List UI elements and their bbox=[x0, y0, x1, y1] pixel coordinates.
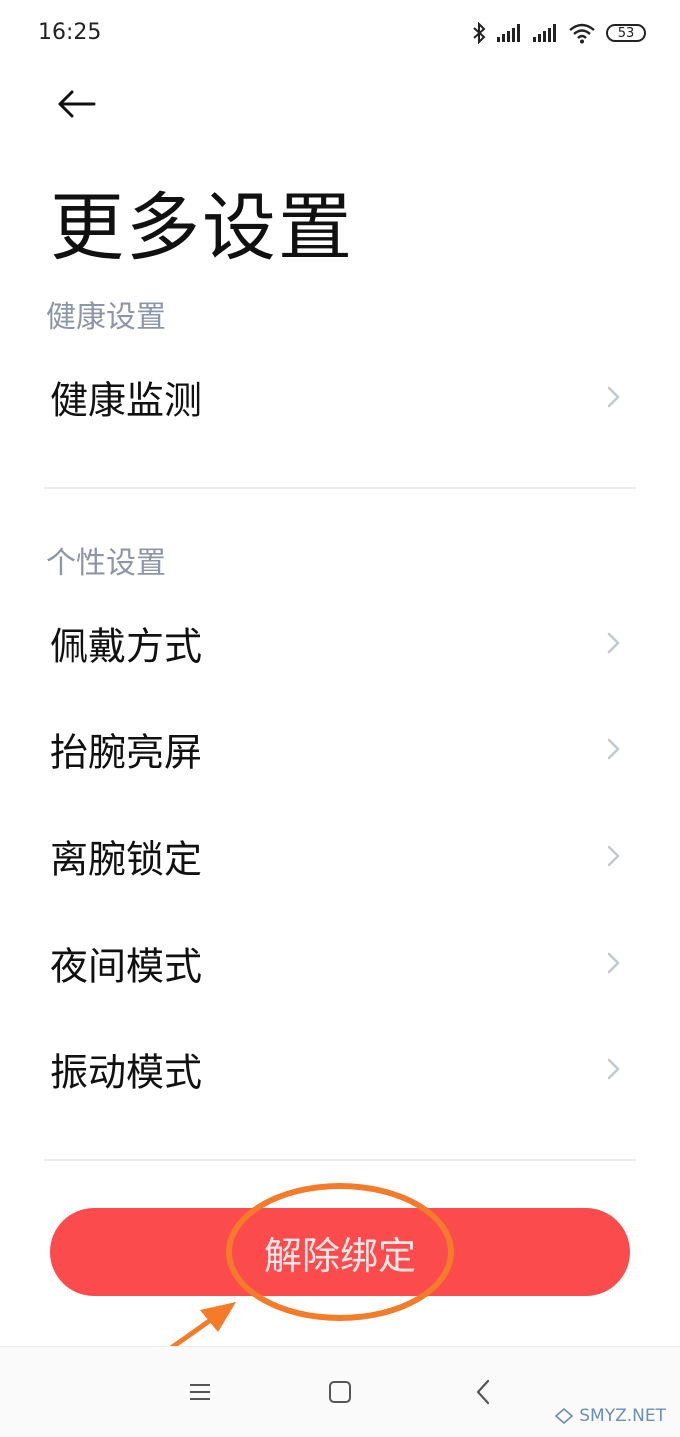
settings-item-label: 抬腕亮屏 bbox=[50, 730, 203, 775]
chevron-right-icon bbox=[607, 386, 620, 408]
signal-icon bbox=[497, 24, 520, 42]
nav-menu-button[interactable] bbox=[185, 1377, 215, 1407]
chevron-right-icon bbox=[607, 632, 620, 654]
chevron-right-icon bbox=[607, 1058, 620, 1080]
nav-home-button[interactable] bbox=[325, 1377, 355, 1407]
battery-icon: 53 bbox=[606, 24, 646, 42]
battery-level: 53 bbox=[617, 25, 635, 41]
watermark-text: SMYZ.NET bbox=[579, 1406, 666, 1426]
divider bbox=[44, 487, 636, 489]
watermark: SMYZ.NET bbox=[555, 1406, 666, 1426]
home-square-icon bbox=[329, 1381, 351, 1403]
settings-item-off-wrist-lock[interactable]: 离腕锁定 bbox=[0, 811, 680, 901]
settings-item-wear-mode[interactable]: 佩戴方式 bbox=[0, 598, 680, 688]
back-button[interactable] bbox=[52, 80, 100, 128]
wifi-icon bbox=[569, 23, 595, 44]
section-header-personal: 个性设置 bbox=[46, 546, 166, 581]
menu-icon bbox=[190, 1384, 210, 1400]
page-title: 更多设置 bbox=[50, 185, 354, 271]
unbind-button[interactable]: 解除绑定 bbox=[50, 1208, 630, 1296]
back-chevron-icon bbox=[476, 1379, 490, 1405]
settings-item-label: 健康监测 bbox=[50, 378, 203, 423]
nav-back-button[interactable] bbox=[468, 1377, 498, 1407]
chevron-right-icon bbox=[607, 738, 620, 760]
bluetooth-icon bbox=[473, 22, 486, 44]
settings-item-label: 佩戴方式 bbox=[50, 624, 203, 669]
chevron-right-icon bbox=[607, 952, 620, 974]
watermark-logo-icon bbox=[555, 1408, 574, 1424]
settings-item-label: 离腕锁定 bbox=[50, 837, 203, 882]
status-time: 16:25 bbox=[38, 20, 102, 45]
chevron-right-icon bbox=[607, 845, 620, 867]
arrow-left-icon bbox=[58, 90, 96, 118]
section-header-health: 健康设置 bbox=[46, 300, 166, 335]
settings-item-vibration-mode[interactable]: 振动模式 bbox=[0, 1024, 680, 1114]
divider bbox=[44, 1159, 636, 1161]
settings-item-night-mode[interactable]: 夜间模式 bbox=[0, 918, 680, 1008]
status-icons: 53 bbox=[472, 18, 646, 48]
settings-item-label: 夜间模式 bbox=[50, 944, 203, 989]
status-bar: 16:25 53 bbox=[0, 0, 680, 64]
settings-item-raise-to-wake[interactable]: 抬腕亮屏 bbox=[0, 704, 680, 794]
signal-icon bbox=[533, 24, 556, 42]
settings-item-health-monitoring[interactable]: 健康监测 bbox=[0, 352, 680, 442]
settings-item-label: 振动模式 bbox=[50, 1050, 203, 1095]
